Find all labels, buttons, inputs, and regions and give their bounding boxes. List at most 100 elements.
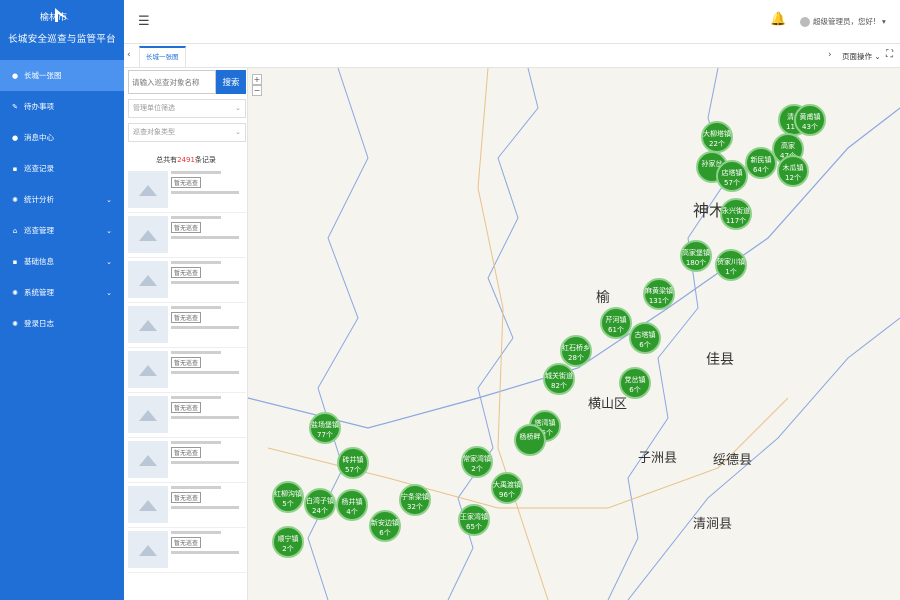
sidebar-item-log[interactable]: ✺ 登录日志 (0, 308, 124, 339)
image-placeholder-icon (128, 351, 168, 388)
cluster-name: 贺家川镇 (717, 257, 745, 266)
search-button[interactable]: 搜索 (216, 70, 246, 94)
list-item[interactable]: 暂无巡查 (128, 483, 246, 528)
sidebar-item-label: 基础信息 (24, 257, 54, 266)
place-label: 佳县 (706, 352, 734, 368)
cluster-marker[interactable]: 白湾子镇 24个 (304, 488, 336, 520)
cluster-marker[interactable]: 顺宁镇 2个 (272, 526, 304, 558)
list-item[interactable]: 暂无巡查 (128, 258, 246, 303)
cluster-marker[interactable]: 红石桥乡 28个 (560, 335, 592, 367)
cluster-marker[interactable]: 王家湾镇 65个 (458, 504, 490, 536)
cluster-marker[interactable]: 大禹渡镇 96个 (491, 472, 523, 504)
redacted-text (171, 191, 239, 194)
cluster-count: 32个 (407, 503, 423, 511)
cluster-count: 57个 (345, 466, 361, 474)
cluster-count: 82个 (551, 382, 567, 390)
type-filter-select[interactable]: 巡查对象类型 ⌄ (128, 123, 246, 142)
status-badge: 暂无巡查 (171, 537, 202, 548)
sidebar-item-system[interactable]: ✺ 系统管理 ⌄ (0, 277, 124, 308)
cluster-count: 6个 (629, 386, 640, 394)
cluster-name: 常家湾镇 (463, 454, 491, 463)
unit-filter-select[interactable]: 管理单位筛选 ⌄ (128, 99, 246, 118)
cluster-marker[interactable]: 杨井镇 4个 (336, 489, 368, 521)
map-view[interactable]: 神木榆佳县 横山区 子洲县 绥德县 清涧县 清水 11个 黄甫镇 43个 大柳塔镇 22个 新民镇 6… (248, 68, 900, 600)
cluster-marker[interactable]: 芹河镇 61个 (600, 307, 632, 339)
cluster-marker[interactable]: 盐场堡镇 77个 (309, 412, 341, 444)
notification-bell-icon[interactable]: 🔔 (770, 12, 786, 27)
cluster-marker[interactable]: 古塔镇 6个 (629, 322, 661, 354)
chevron-down-icon: ⌄ (106, 257, 112, 266)
cluster-name: 红石桥乡 (562, 343, 590, 352)
cluster-count: 1个 (725, 268, 736, 276)
wrench-icon: ✎ (12, 102, 18, 111)
cluster-count: 65个 (466, 523, 482, 531)
pin-icon: ● (11, 71, 19, 80)
chevron-down-icon: ⌄ (106, 288, 112, 297)
tab-map[interactable]: 长城一张图 (139, 46, 186, 68)
cluster-name: 宁条梁镇 (401, 492, 429, 501)
cluster-marker[interactable]: 大柳塔镇 22个 (701, 121, 733, 153)
cluster-marker[interactable]: 黄甫镇 43个 (794, 104, 826, 136)
cluster-count: 64个 (753, 166, 769, 174)
sidebar-item-map[interactable]: ● 长城一张图 (0, 60, 124, 91)
cluster-marker[interactable]: 宁条梁镇 32个 (399, 484, 431, 516)
list-item[interactable]: 暂无巡查 (128, 528, 246, 573)
zoom-control: + − (252, 74, 262, 96)
tab-scroll-left-icon[interactable]: ‹ (127, 50, 131, 60)
cluster-marker[interactable]: 永兴街道 117个 (720, 198, 752, 230)
tab-scroll-right-icon[interactable]: › (828, 50, 832, 60)
cluster-marker[interactable]: 新民镇 64个 (745, 147, 777, 179)
user-menu[interactable]: 超级管理员，您好! ▾ (800, 16, 886, 27)
cluster-marker[interactable]: 贺家川镇 1个 (715, 249, 747, 281)
place-label: 神木 (693, 201, 725, 220)
list-item[interactable]: 暂无巡查 (128, 213, 246, 258)
zoom-in-button[interactable]: + (252, 74, 262, 85)
cluster-marker[interactable]: 砖井镇 57个 (337, 447, 369, 479)
menu-toggle-icon[interactable]: ☰ (138, 14, 150, 29)
list-item[interactable]: 暂无巡查 (128, 303, 246, 348)
redacted-text (171, 236, 239, 239)
list-item[interactable]: 暂无巡查 (128, 168, 246, 213)
status-badge: 暂无巡查 (171, 402, 202, 413)
cluster-marker[interactable]: 木瓜镇 12个 (777, 155, 809, 187)
cluster-marker[interactable]: 红柳沟镇 5个 (272, 481, 304, 513)
cluster-marker[interactable]: 城关街道 82个 (543, 363, 575, 395)
list-item[interactable]: 暂无巡查 (128, 393, 246, 438)
page-ops-label: 页面操作 (842, 52, 872, 61)
list-item[interactable]: 暂无巡查 (128, 438, 246, 483)
gear-icon: ✺ (12, 319, 18, 328)
cluster-marker[interactable]: 店塔镇 57个 (716, 160, 748, 192)
cluster-marker[interactable]: 党岔镇 6个 (619, 367, 651, 399)
redacted-text (171, 396, 221, 399)
gear-icon: ✺ (12, 288, 18, 297)
cluster-count: 22个 (709, 140, 725, 148)
sidebar-item-todo[interactable]: ✎ 待办事项 (0, 91, 124, 122)
sidebar-item-records[interactable]: ▪ 巡查记录 (0, 153, 124, 184)
cluster-marker[interactable]: 麻黄梁镇 131个 (643, 278, 675, 310)
cluster-marker[interactable]: 杨桥畔 (514, 424, 546, 456)
zoom-out-button[interactable]: − (252, 85, 262, 96)
image-placeholder-icon (128, 306, 168, 343)
cluster-count: 5个 (282, 500, 293, 508)
redacted-text (171, 461, 239, 464)
list-item-meta: 暂无巡查 (171, 531, 243, 557)
list-item[interactable]: 暂无巡查 (128, 348, 246, 393)
sidebar-item-messages[interactable]: ● 消息中心 (0, 122, 124, 153)
image-placeholder-icon (128, 531, 168, 568)
sidebar-item-stats[interactable]: ✺ 统计分析 ⌄ (0, 184, 124, 215)
redacted-text (171, 486, 221, 489)
list-item-meta: 暂无巡查 (171, 486, 243, 512)
cluster-marker[interactable]: 常家湾镇 2个 (461, 446, 493, 478)
cluster-name: 高家 (781, 141, 795, 150)
fullscreen-icon[interactable]: ⛶ (886, 49, 893, 60)
sidebar-item-basic[interactable]: ▪ 基础信息 ⌄ (0, 246, 124, 277)
brand: 榆林市 长城安全巡查与监管平台 (0, 0, 124, 60)
cluster-marker[interactable]: 高家堡镇 180个 (680, 240, 712, 272)
page-ops-dropdown[interactable]: 页面操作 ⌄ (842, 51, 881, 62)
cluster-marker[interactable]: 新安边镇 6个 (369, 510, 401, 542)
image-placeholder-icon (128, 216, 168, 253)
sidebar-item-patrol[interactable]: ⌂ 巡查管理 ⌄ (0, 215, 124, 246)
cluster-name: 永兴街道 (722, 206, 750, 215)
search-input[interactable] (128, 70, 216, 94)
status-badge: 暂无巡查 (171, 222, 202, 233)
